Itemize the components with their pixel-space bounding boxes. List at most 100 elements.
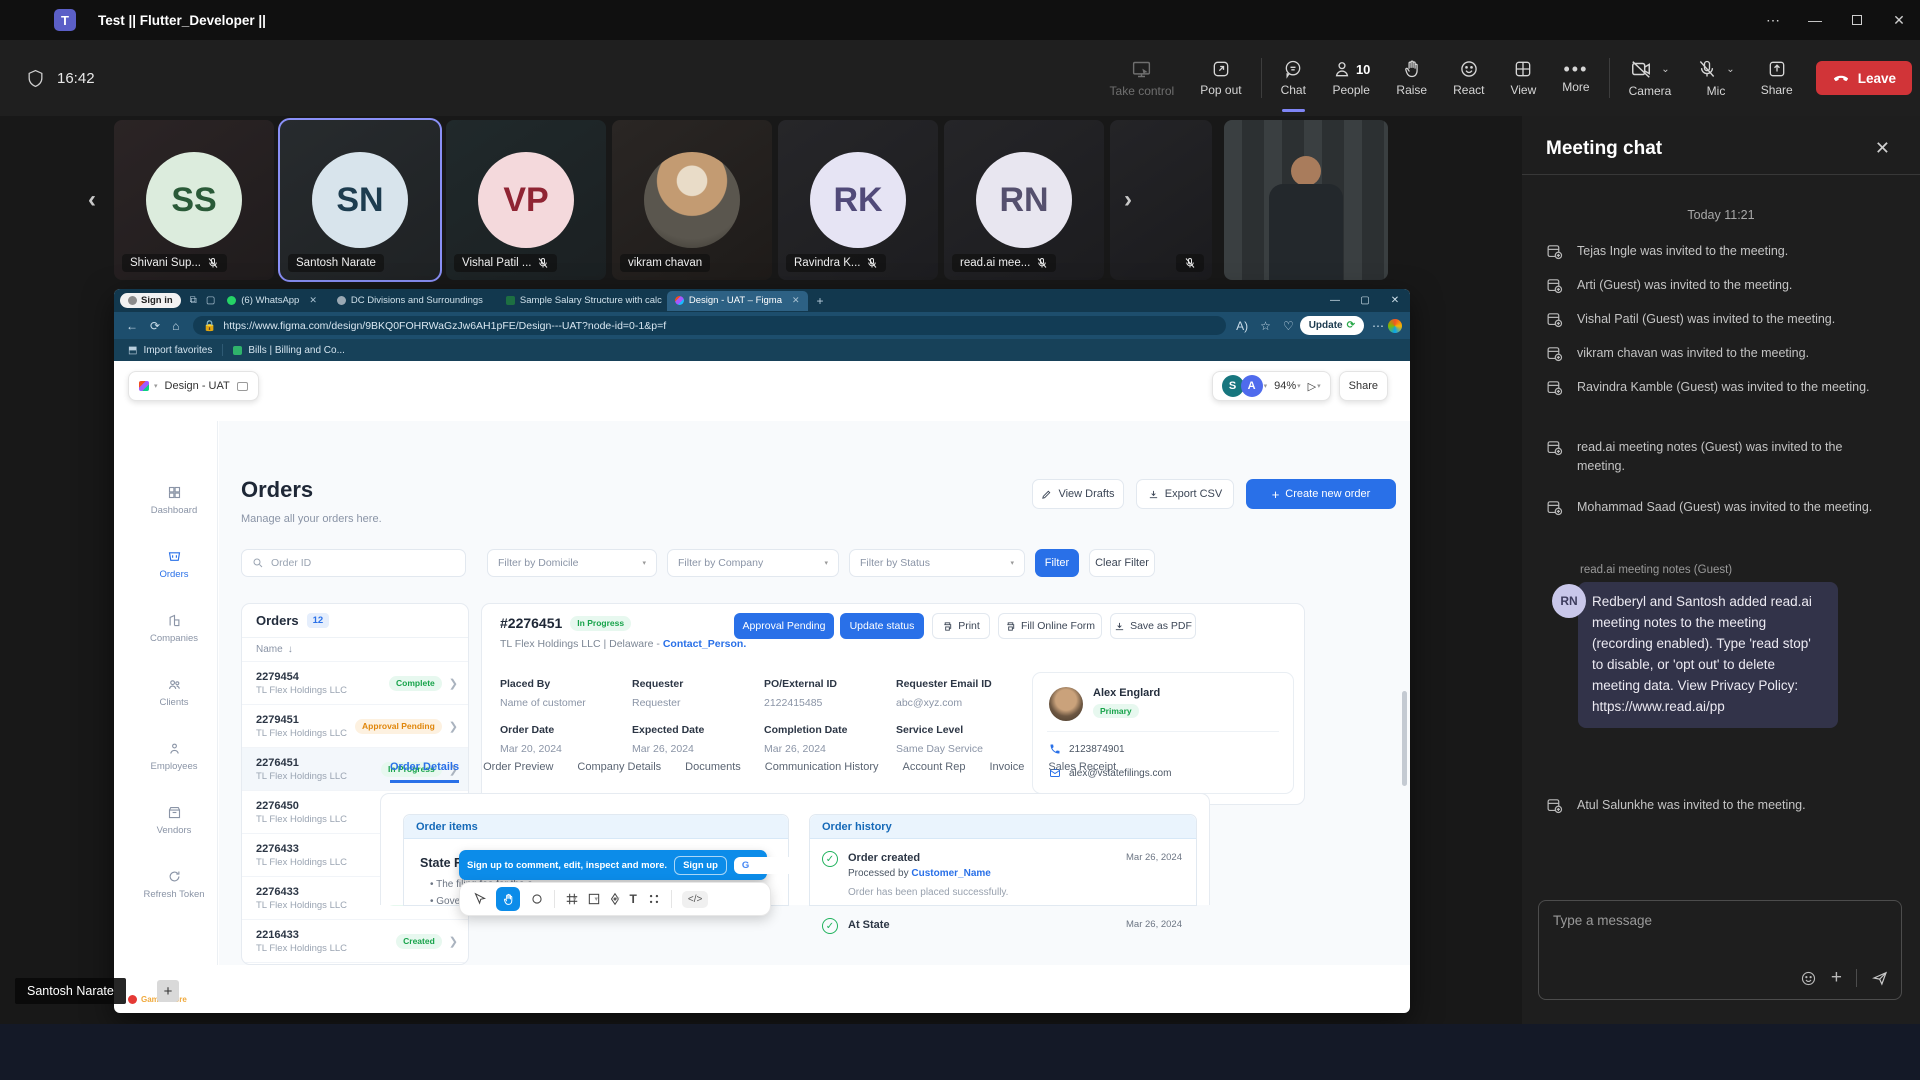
rectangle-tool-icon[interactable]: ▾ xyxy=(587,892,599,906)
name-column-header[interactable]: Name↓ xyxy=(242,638,468,662)
address-bar[interactable]: 🔒 https://www.figma.com/design/9BKQ0FOHR… xyxy=(193,316,1226,335)
browser-maximize-icon[interactable]: ▢ xyxy=(1350,295,1380,306)
tab-actions-icon[interactable]: ⧉ xyxy=(190,295,197,306)
tab-invoice[interactable]: Invoice xyxy=(989,761,1024,783)
camera-chevron-icon[interactable]: ⌄ xyxy=(1661,64,1669,75)
hand-tool-icon[interactable] xyxy=(496,887,520,911)
order-row[interactable]: 2216433TL Flex Holdings LLC Created❯ xyxy=(242,920,468,963)
titlebar-more-icon[interactable]: ⋯ xyxy=(1752,0,1794,40)
emoji-icon[interactable] xyxy=(1800,970,1817,987)
print-button[interactable]: Print xyxy=(932,613,990,639)
new-tab-icon[interactable]: + xyxy=(817,294,824,308)
raise-button[interactable]: Raise xyxy=(1383,46,1440,110)
close-button[interactable]: ✕ xyxy=(1878,0,1920,40)
doc-menu-chevron-icon[interactable]: ▾ xyxy=(154,382,158,390)
frame-tool-icon[interactable]: ▾ xyxy=(565,892,577,906)
mic-chevron-icon[interactable]: ⌄ xyxy=(1726,64,1734,75)
settings-dots-icon[interactable]: ⋯ xyxy=(1372,319,1384,333)
browser-tab-excel[interactable]: Sample Salary Structure with calc✕ xyxy=(498,291,663,311)
chat-button[interactable]: Chat xyxy=(1268,46,1319,110)
import-favorites-link[interactable]: Import favorites xyxy=(143,345,212,356)
filter-button[interactable]: Filter xyxy=(1035,549,1079,577)
camera-button[interactable]: ⌄ Camera xyxy=(1616,46,1685,110)
back-icon[interactable]: ← xyxy=(126,319,138,333)
minimize-button[interactable]: — xyxy=(1794,0,1836,40)
customer-name-link[interactable]: Customer_Name xyxy=(911,868,990,879)
browser-update-button[interactable]: Update ⟳ xyxy=(1300,316,1364,335)
update-status-button[interactable]: Update status xyxy=(840,613,924,639)
tab-sales-receipt[interactable]: Sales Receipt xyxy=(1048,761,1116,783)
shape-tool-icon[interactable] xyxy=(530,892,544,906)
chat-close-icon[interactable]: ✕ xyxy=(1875,138,1890,159)
share-button[interactable]: Share xyxy=(1748,46,1806,110)
save-as-pdf-button[interactable]: Save as PDF xyxy=(1110,613,1196,639)
leave-button[interactable]: Leave xyxy=(1816,61,1912,95)
browser-tab-dc[interactable]: DC Divisions and Surroundings✕ xyxy=(329,291,494,311)
contact-phone[interactable]: 2123874901 xyxy=(1049,743,1125,755)
sidebar-item-companies[interactable]: Companies xyxy=(130,613,218,644)
sidebar-item-employees[interactable]: Employees xyxy=(130,741,218,772)
sidebar-item-vendors[interactable]: Vendors xyxy=(130,805,218,836)
people-button[interactable]: 10 People xyxy=(1319,46,1383,110)
view-button[interactable]: View xyxy=(1497,46,1549,110)
zoom-chevron-icon[interactable]: ▾ xyxy=(1297,382,1301,390)
canvas-scrollbar[interactable] xyxy=(1402,691,1407,786)
chat-input-field[interactable] xyxy=(1539,901,1901,940)
participant-tile-shivani[interactable]: SS Shivani Sup... xyxy=(114,120,274,280)
copilot-icon[interactable] xyxy=(1388,319,1402,333)
tab-documents[interactable]: Documents xyxy=(685,761,741,783)
participant-tile-vikram[interactable]: vikram chavan xyxy=(612,120,772,280)
browser-minimize-icon[interactable]: — xyxy=(1320,295,1350,306)
zoom-level[interactable]: 94% xyxy=(1274,380,1296,392)
react-button[interactable]: React xyxy=(1440,46,1497,110)
filter-company-dropdown[interactable]: Filter by Company▾ xyxy=(667,549,839,577)
vertical-tabs-icon[interactable]: ▢ xyxy=(206,295,215,306)
sidebar-item-dashboard[interactable]: Dashboard xyxy=(130,485,218,516)
order-row[interactable]: 2279451TL Flex Holdings LLC Approval Pen… xyxy=(242,705,468,748)
move-tool-icon[interactable] xyxy=(472,892,486,906)
send-icon[interactable] xyxy=(1871,969,1889,987)
export-csv-button[interactable]: Export CSV xyxy=(1136,479,1234,509)
tab-order-preview[interactable]: Order Preview xyxy=(483,761,553,783)
view-drafts-button[interactable]: View Drafts xyxy=(1032,479,1124,509)
fill-online-form-button[interactable]: Fill Online Form xyxy=(998,613,1102,639)
create-new-order-button[interactable]: + Create new order xyxy=(1246,479,1396,509)
text-tool-icon[interactable]: T xyxy=(630,892,637,906)
participant-tile-vishal[interactable]: VP Vishal Patil ... xyxy=(446,120,606,280)
components-tool-icon[interactable] xyxy=(647,892,661,906)
order-row[interactable]: 2279454TL Flex Holdings LLC Complete❯ xyxy=(242,662,468,705)
bills-bookmark-link[interactable]: Bills | Billing and Co... xyxy=(248,345,345,356)
collaborator-avatar[interactable]: A xyxy=(1241,375,1263,397)
participant-tile-ravindra[interactable]: RK Ravindra K... xyxy=(778,120,938,280)
present-chevron-icon[interactable]: ▾ xyxy=(1317,382,1321,390)
layout-panel-icon[interactable] xyxy=(237,382,248,391)
tab-communication-history[interactable]: Communication History xyxy=(765,761,879,783)
avatars-chevron-icon[interactable]: ▾ xyxy=(1264,382,1268,390)
browser-signin-chip[interactable]: Sign in xyxy=(120,293,181,308)
filmstrip-prev-icon[interactable]: ‹ xyxy=(88,186,96,214)
browser-close-icon[interactable]: ✕ xyxy=(1380,295,1410,306)
refresh-icon[interactable]: ⟳ xyxy=(150,319,160,333)
filter-domicile-dropdown[interactable]: Filter by Domicile▾ xyxy=(487,549,657,577)
participant-tile-santosh[interactable]: SN Santosh Narate xyxy=(280,120,440,280)
browser-tab-figma[interactable]: Design - UAT – Figma✕ xyxy=(667,291,808,311)
figma-doc-pill[interactable]: ▾ Design - UAT xyxy=(128,371,259,401)
home-icon[interactable]: ⌂ xyxy=(172,319,179,333)
participant-tile-readai[interactable]: RN read.ai mee... xyxy=(944,120,1104,280)
read-aloud-icon[interactable]: A) xyxy=(1236,319,1248,333)
maximize-button[interactable] xyxy=(1836,0,1878,40)
participant-tile-video[interactable] xyxy=(1224,120,1388,280)
browser-tab-whatsapp[interactable]: (6) WhatsApp✕ xyxy=(219,291,325,311)
browser-essentials-icon[interactable]: ♡ xyxy=(1283,319,1294,333)
sidebar-item-clients[interactable]: Clients xyxy=(130,677,218,708)
figma-share-button[interactable]: Share xyxy=(1339,371,1388,401)
tab-close-icon[interactable]: ✕ xyxy=(792,295,800,306)
presenter-add-icon[interactable]: + xyxy=(157,980,179,1002)
clear-filter-button[interactable]: Clear Filter xyxy=(1089,549,1155,577)
dev-mode-code-icon[interactable]: </> xyxy=(682,891,708,908)
approval-pending-button[interactable]: Approval Pending xyxy=(734,613,834,639)
tab-close-icon[interactable]: ✕ xyxy=(493,295,494,306)
sidebar-item-refresh-token[interactable]: Refresh Token xyxy=(130,869,218,900)
attach-plus-icon[interactable]: + xyxy=(1831,967,1842,989)
chat-message-input-box[interactable]: + xyxy=(1538,900,1902,1000)
